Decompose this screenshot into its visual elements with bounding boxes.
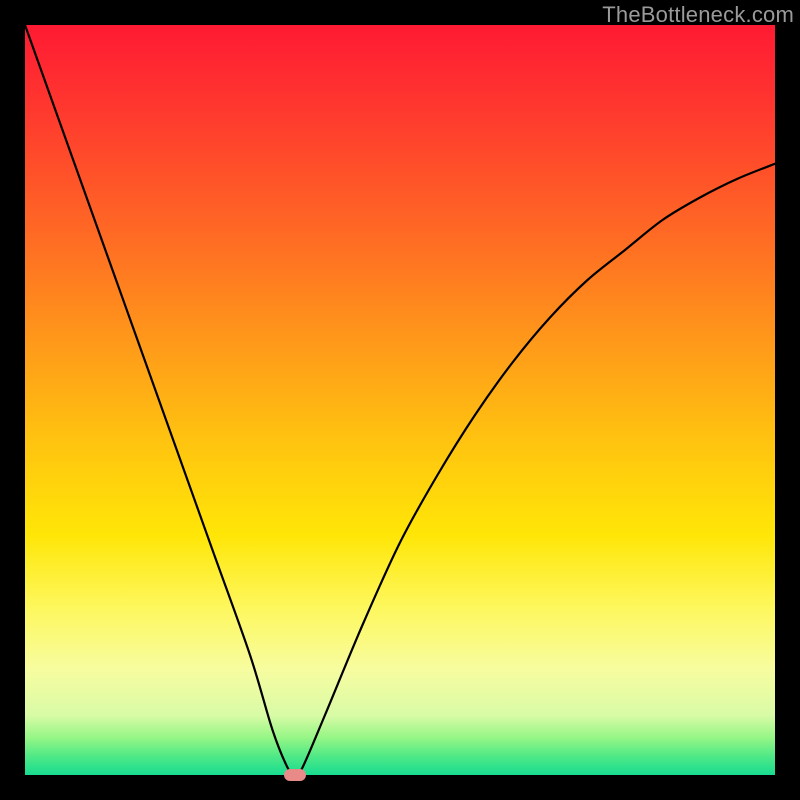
optimal-marker bbox=[284, 769, 306, 781]
chart-frame bbox=[25, 25, 775, 775]
curve-svg bbox=[25, 25, 775, 775]
bottleneck-curve bbox=[25, 25, 775, 775]
